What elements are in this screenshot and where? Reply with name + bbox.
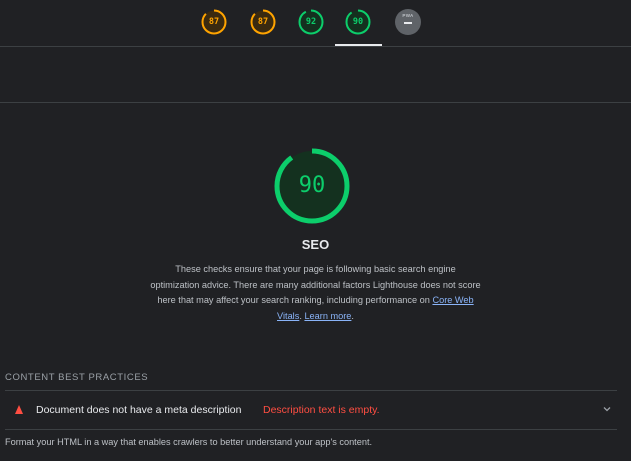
seo-category-gauge: 90 xyxy=(273,147,351,225)
group-title: CONTENT BEST PRACTICES xyxy=(5,372,149,383)
gauge-score-value: 87 xyxy=(208,17,220,27)
gauge-score-value: 90 xyxy=(352,17,364,27)
best-practices-score-gauge[interactable]: 92 xyxy=(298,9,324,35)
learn-more-link[interactable]: Learn more xyxy=(304,311,351,321)
pwa-label: PWA xyxy=(402,13,414,18)
audit-title: Document does not have a meta descriptio… xyxy=(36,404,242,416)
score-navigation: 87 87 92 90 PWA xyxy=(0,0,631,47)
fail-triangle-icon xyxy=(15,405,23,414)
audit-display-value: Description text is empty. xyxy=(263,404,380,416)
category-title: SEO xyxy=(301,237,330,252)
seo-score-value: 90 xyxy=(298,173,326,198)
seo-score-gauge[interactable]: 90 xyxy=(345,9,371,35)
pwa-badge[interactable]: PWA xyxy=(395,9,421,35)
category-description: These checks ensure that your page is fo… xyxy=(150,262,481,324)
pwa-dash-icon xyxy=(404,22,412,24)
gauge-score-value: 92 xyxy=(305,17,317,27)
accessibility-score-gauge[interactable]: 87 xyxy=(250,9,276,35)
section-divider xyxy=(0,102,631,103)
chevron-down-icon[interactable] xyxy=(602,404,612,414)
performance-score-gauge[interactable]: 87 xyxy=(201,9,227,35)
active-tab-indicator xyxy=(335,44,382,46)
gauge-score-value: 87 xyxy=(257,17,269,27)
audit-divider xyxy=(5,429,617,430)
audit-meta-description[interactable]: Document does not have a meta descriptio… xyxy=(5,391,617,429)
audit-description: Format your HTML in a way that enables c… xyxy=(5,437,373,447)
description-end: . xyxy=(351,310,354,321)
